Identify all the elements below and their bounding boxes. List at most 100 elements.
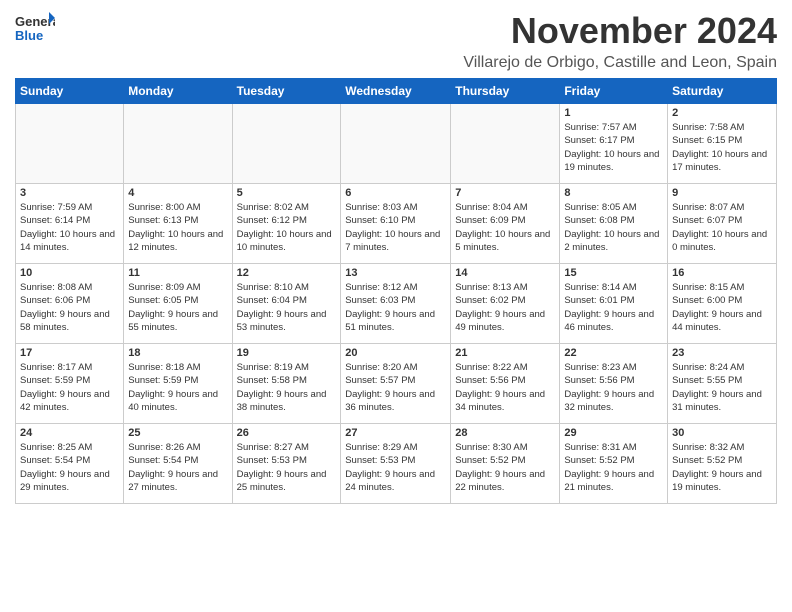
calendar-cell — [341, 104, 451, 184]
page-header: General Blue November 2024 Villarejo de … — [15, 10, 777, 72]
day-info: Sunrise: 8:08 AMSunset: 6:06 PMDaylight:… — [20, 281, 119, 334]
svg-text:Blue: Blue — [15, 28, 43, 43]
calendar-cell: 13 Sunrise: 8:12 AMSunset: 6:03 PMDayligh… — [341, 264, 451, 344]
day-info: Sunrise: 8:23 AMSunset: 5:56 PMDaylight:… — [564, 361, 663, 414]
calendar-table: SundayMondayTuesdayWednesdayThursdayFrid… — [15, 78, 777, 504]
week-row-3: 17Sunrise: 8:17 AMSunset: 5:59 PMDayligh… — [16, 344, 777, 424]
calendar-cell: 5Sunrise: 8:02 AMSunset: 6:12 PMDaylight… — [232, 184, 341, 264]
day-number: 3 — [20, 187, 119, 199]
calendar-cell: 6Sunrise: 8:03 AMSunset: 6:10 PMDaylight… — [341, 184, 451, 264]
calendar-header: SundayMondayTuesdayWednesdayThursdayFrid… — [16, 79, 777, 104]
day-info: Sunrise: 8:19 AMSunset: 5:58 PMDaylight:… — [237, 361, 337, 414]
weekday-header-friday: Friday — [560, 79, 668, 104]
day-number: 30 — [672, 427, 772, 439]
day-info: Sunrise: 8:32 AMSunset: 5:52 PMDaylight:… — [672, 441, 772, 494]
day-number: 29 — [564, 427, 663, 439]
day-info: Sunrise: 8:26 AMSunset: 5:54 PMDaylight:… — [128, 441, 227, 494]
calendar-cell: 10 Sunrise: 8:08 AMSunset: 6:06 PMDayligh… — [16, 264, 124, 344]
calendar-cell: 25Sunrise: 8:26 AMSunset: 5:54 PMDayligh… — [124, 424, 232, 504]
day-number: 16 — [672, 267, 772, 279]
calendar-cell: 17Sunrise: 8:17 AMSunset: 5:59 PMDayligh… — [16, 344, 124, 424]
day-number: 18 — [128, 347, 227, 359]
calendar-cell: 4 Sunrise: 8:00 AMSunset: 6:13 PMDaylight… — [124, 184, 232, 264]
weekday-header-wednesday: Wednesday — [341, 79, 451, 104]
calendar-cell: 28 Sunrise: 8:30 AMSunset: 5:52 PMDayligh… — [451, 424, 560, 504]
calendar-cell: 9 Sunrise: 8:07 AMSunset: 6:07 PMDaylight… — [668, 184, 777, 264]
day-number: 6 — [345, 187, 446, 199]
day-info: Sunrise: 8:07 AMSunset: 6:07 PMDaylight:… — [672, 201, 772, 254]
day-number: 1 — [564, 107, 663, 119]
day-number: 15 — [564, 267, 663, 279]
day-number: 14 — [455, 267, 555, 279]
day-number: 19 — [237, 347, 337, 359]
day-number: 27 — [345, 427, 446, 439]
day-number: 13 — [345, 267, 446, 279]
calendar-cell: 20Sunrise: 8:20 AMSunset: 5:57 PMDayligh… — [341, 344, 451, 424]
day-number: 12 — [237, 267, 337, 279]
calendar-cell: 11 Sunrise: 8:09 AMSunset: 6:05 PMDayligh… — [124, 264, 232, 344]
day-info: Sunrise: 8:00 AMSunset: 6:13 PMDaylight:… — [128, 201, 227, 254]
calendar-cell: 21 Sunrise: 8:22 AMSunset: 5:56 PMDayligh… — [451, 344, 560, 424]
calendar-cell — [16, 104, 124, 184]
day-info: Sunrise: 7:59 AMSunset: 6:14 PMDaylight:… — [20, 201, 119, 254]
day-info: Sunrise: 8:04 AMSunset: 6:09 PMDaylight:… — [455, 201, 555, 254]
day-info: Sunrise: 8:27 AMSunset: 5:53 PMDaylight:… — [237, 441, 337, 494]
logo: General Blue — [15, 10, 55, 46]
day-info: Sunrise: 8:22 AMSunset: 5:56 PMDaylight:… — [455, 361, 555, 414]
calendar-cell: 29 Sunrise: 8:31 AMSunset: 5:52 PMDayligh… — [560, 424, 668, 504]
calendar-cell: 16 Sunrise: 8:15 AMSunset: 6:00 PMDayligh… — [668, 264, 777, 344]
weekday-header-saturday: Saturday — [668, 79, 777, 104]
calendar-cell: 3 Sunrise: 7:59 AMSunset: 6:14 PMDaylight… — [16, 184, 124, 264]
week-row-0: 1 Sunrise: 7:57 AMSunset: 6:17 PMDaylight… — [16, 104, 777, 184]
day-number: 9 — [672, 187, 772, 199]
day-info: Sunrise: 8:15 AMSunset: 6:00 PMDaylight:… — [672, 281, 772, 334]
calendar-cell: 8 Sunrise: 8:05 AMSunset: 6:08 PMDaylight… — [560, 184, 668, 264]
day-info: Sunrise: 8:14 AMSunset: 6:01 PMDaylight:… — [564, 281, 663, 334]
calendar-cell: 27 Sunrise: 8:29 AMSunset: 5:53 PMDayligh… — [341, 424, 451, 504]
day-number: 4 — [128, 187, 227, 199]
weekday-header-tuesday: Tuesday — [232, 79, 341, 104]
day-number: 10 — [20, 267, 119, 279]
day-number: 24 — [20, 427, 119, 439]
day-number: 17 — [20, 347, 119, 359]
day-number: 20 — [345, 347, 446, 359]
day-number: 23 — [672, 347, 772, 359]
day-info: Sunrise: 8:18 AMSunset: 5:59 PMDaylight:… — [128, 361, 227, 414]
day-number: 7 — [455, 187, 555, 199]
day-info: Sunrise: 8:12 AMSunset: 6:03 PMDaylight:… — [345, 281, 446, 334]
day-info: Sunrise: 8:02 AMSunset: 6:12 PMDaylight:… — [237, 201, 337, 254]
day-info: Sunrise: 8:05 AMSunset: 6:08 PMDaylight:… — [564, 201, 663, 254]
calendar-cell: 12Sunrise: 8:10 AMSunset: 6:04 PMDayligh… — [232, 264, 341, 344]
day-number: 21 — [455, 347, 555, 359]
day-info: Sunrise: 8:29 AMSunset: 5:53 PMDaylight:… — [345, 441, 446, 494]
title-section: November 2024 Villarejo de Orbigo, Casti… — [463, 10, 777, 72]
calendar-cell: 23Sunrise: 8:24 AMSunset: 5:55 PMDayligh… — [668, 344, 777, 424]
calendar-cell: 2Sunrise: 7:58 AMSunset: 6:15 PMDaylight… — [668, 104, 777, 184]
day-info: Sunrise: 7:57 AMSunset: 6:17 PMDaylight:… — [564, 121, 663, 174]
day-number: 8 — [564, 187, 663, 199]
calendar-cell: 24Sunrise: 8:25 AMSunset: 5:54 PMDayligh… — [16, 424, 124, 504]
location-title: Villarejo de Orbigo, Castille and Leon, … — [463, 54, 777, 72]
day-number: 28 — [455, 427, 555, 439]
day-info: Sunrise: 7:58 AMSunset: 6:15 PMDaylight:… — [672, 121, 772, 174]
calendar-cell — [124, 104, 232, 184]
calendar-cell: 22 Sunrise: 8:23 AMSunset: 5:56 PMDayligh… — [560, 344, 668, 424]
day-info: Sunrise: 8:31 AMSunset: 5:52 PMDaylight:… — [564, 441, 663, 494]
weekday-header-monday: Monday — [124, 79, 232, 104]
week-row-2: 10 Sunrise: 8:08 AMSunset: 6:06 PMDayligh… — [16, 264, 777, 344]
calendar-cell: 30 Sunrise: 8:32 AMSunset: 5:52 PMDayligh… — [668, 424, 777, 504]
calendar-cell: 1 Sunrise: 7:57 AMSunset: 6:17 PMDaylight… — [560, 104, 668, 184]
day-number: 22 — [564, 347, 663, 359]
calendar-cell: 26 Sunrise: 8:27 AMSunset: 5:53 PMDayligh… — [232, 424, 341, 504]
calendar-cell — [451, 104, 560, 184]
calendar-cell: 19 Sunrise: 8:19 AMSunset: 5:58 PMDayligh… — [232, 344, 341, 424]
weekday-header-row: SundayMondayTuesdayWednesdayThursdayFrid… — [16, 79, 777, 104]
day-number: 26 — [237, 427, 337, 439]
calendar-cell: 7 Sunrise: 8:04 AMSunset: 6:09 PMDaylight… — [451, 184, 560, 264]
day-info: Sunrise: 8:13 AMSunset: 6:02 PMDaylight:… — [455, 281, 555, 334]
day-info: Sunrise: 8:30 AMSunset: 5:52 PMDaylight:… — [455, 441, 555, 494]
day-number: 11 — [128, 267, 227, 279]
calendar-cell: 15 Sunrise: 8:14 AMSunset: 6:01 PMDayligh… — [560, 264, 668, 344]
day-info: Sunrise: 8:09 AMSunset: 6:05 PMDaylight:… — [128, 281, 227, 334]
calendar-body: 1 Sunrise: 7:57 AMSunset: 6:17 PMDaylight… — [16, 104, 777, 504]
